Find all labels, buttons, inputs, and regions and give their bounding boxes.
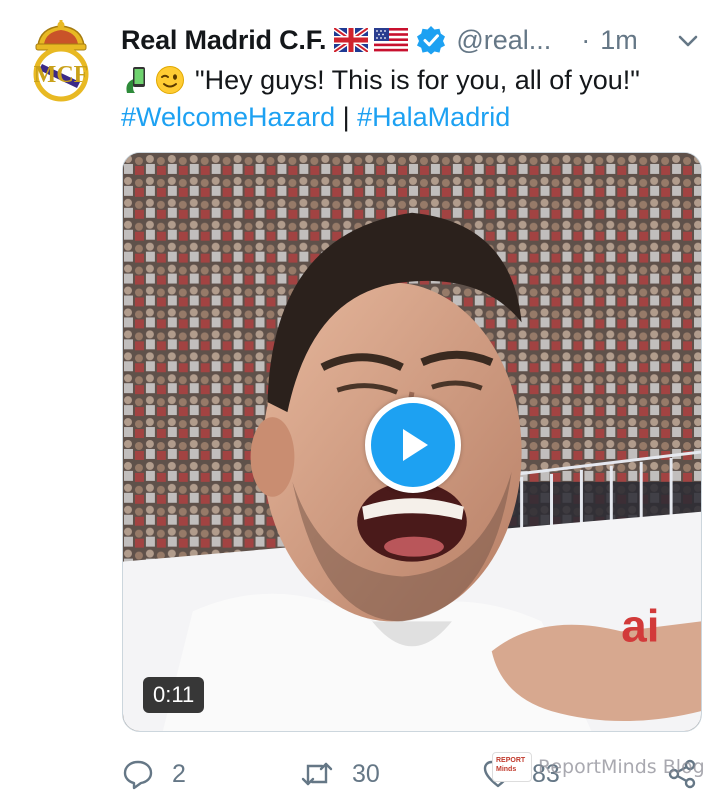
watermark-logo: REPORT Minds [492, 752, 532, 782]
tweet-line-2: #WelcomeHazard | #HalaMadrid [121, 99, 701, 136]
avatar[interactable]: MCF [22, 20, 100, 102]
tweet-quote: "Hey guys! This is for you, all of you!" [195, 65, 640, 95]
us-flag-icon [374, 28, 409, 52]
hashtag-hala-madrid[interactable]: #HalaMadrid [357, 102, 510, 132]
hashtag-separator: | [342, 102, 350, 132]
svg-text:MCF: MCF [34, 62, 89, 88]
watermark: REPORT Minds ReportMinds Blog [492, 752, 705, 782]
tweet-text: "Hey guys! This is for you, all of you!"… [121, 62, 701, 136]
real-madrid-crest-icon: MCF [33, 20, 89, 102]
tweet-header: Real Madrid C.F. @real... · 1m [121, 22, 701, 58]
display-name[interactable]: Real Madrid C.F. [121, 25, 327, 56]
verified-badge-icon [417, 26, 446, 55]
timestamp[interactable]: 1m [600, 25, 638, 56]
winking-face-emoji-icon [156, 66, 184, 94]
retweet-icon [301, 762, 333, 786]
reply-icon [123, 760, 153, 790]
handle[interactable]: @real... [456, 25, 551, 56]
video-duration: 0:11 [143, 677, 205, 713]
svg-text:ai: ai [621, 600, 659, 651]
reply-button[interactable]: 2 [122, 758, 186, 790]
retweet-count: 30 [352, 759, 380, 788]
video-player[interactable]: ai 0:11 [122, 152, 702, 732]
tweet-line-1: "Hey guys! This is for you, all of you!" [121, 62, 701, 99]
uk-flag-icon [334, 28, 369, 52]
play-button[interactable] [365, 397, 461, 493]
selfie-phone-emoji-icon [126, 67, 145, 93]
watermark-text: ReportMinds Blog [538, 756, 705, 778]
reply-count: 2 [172, 759, 186, 788]
play-icon [403, 429, 428, 461]
separator-dot: · [581, 24, 591, 55]
hashtag-welcome-hazard[interactable]: #WelcomeHazard [121, 102, 335, 132]
chevron-down-icon[interactable] [675, 28, 701, 54]
retweet-button[interactable]: 30 [300, 758, 380, 790]
